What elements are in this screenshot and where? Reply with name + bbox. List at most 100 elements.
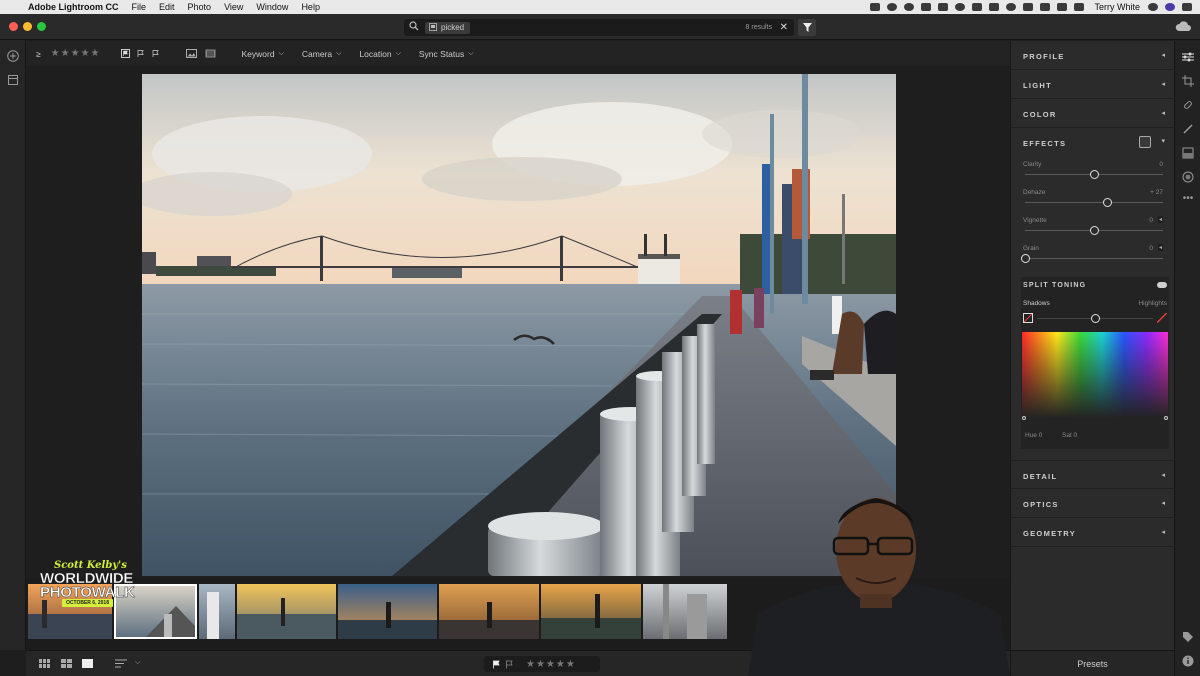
status-siri-icon[interactable] xyxy=(1165,3,1175,11)
status-globe-icon[interactable] xyxy=(955,3,966,11)
crop-icon[interactable] xyxy=(1182,75,1194,87)
status-grid-icon[interactable] xyxy=(938,3,949,11)
color-picker-field[interactable] xyxy=(1022,332,1168,418)
menu-app-name[interactable]: Adobe Lightroom CC xyxy=(28,2,119,12)
menubar-user-name[interactable]: Terry White xyxy=(1094,2,1140,12)
grain-expand-icon[interactable]: ◂ xyxy=(1157,244,1163,251)
light-section[interactable]: LIGHT ◂ xyxy=(1011,70,1175,99)
close-button[interactable] xyxy=(9,22,18,31)
status-lock-icon[interactable] xyxy=(1023,3,1034,11)
thumbnail[interactable] xyxy=(643,584,727,639)
search-filter-chip[interactable]: picked xyxy=(425,21,471,34)
filter-button[interactable] xyxy=(798,19,816,36)
keyword-dropdown[interactable]: Keyword ⌵ xyxy=(242,49,284,59)
vignette-expand-icon[interactable]: ◂ xyxy=(1157,216,1163,223)
photo-type-icon[interactable] xyxy=(185,49,197,58)
picked-flag-icon[interactable] xyxy=(120,49,130,58)
optics-section[interactable]: OPTICS ◂ xyxy=(1011,489,1175,518)
picker-right-marker[interactable] xyxy=(1164,416,1168,420)
status-clock-icon[interactable] xyxy=(1006,3,1017,11)
thumbnail[interactable] xyxy=(199,584,235,639)
rejected-flag-icon[interactable] xyxy=(151,49,160,58)
star-rating[interactable]: ★★★★★ xyxy=(526,659,576,670)
detail-view-icon[interactable] xyxy=(82,659,93,670)
chevron-down-icon: ⌵ xyxy=(336,49,342,57)
healing-brush-icon[interactable] xyxy=(1182,99,1194,111)
sort-toggle[interactable]: ≥ xyxy=(36,49,41,59)
square-grid-icon[interactable] xyxy=(39,659,50,670)
search-input[interactable]: picked 8 results ✕ xyxy=(404,19,794,36)
add-photos-icon[interactable] xyxy=(7,50,19,62)
thumbnail[interactable] xyxy=(338,584,437,639)
video-type-icon[interactable] xyxy=(205,49,216,58)
balance-thumb[interactable] xyxy=(1090,314,1100,323)
edit-tools-strip: ••• xyxy=(1174,41,1200,676)
status-dropbox-icon[interactable] xyxy=(972,3,983,11)
rating-filter[interactable]: ★★★★★ xyxy=(51,48,101,59)
camera-dropdown[interactable]: Camera ⌵ xyxy=(302,49,342,59)
effects-section[interactable]: EFFECTS ▾ xyxy=(1011,128,1175,157)
status-display-icon[interactable] xyxy=(989,3,1000,11)
slider-thumb[interactable] xyxy=(1089,170,1099,179)
clarity-slider[interactable]: Clarity 0 xyxy=(1023,161,1163,183)
profile-section[interactable]: PROFILE ◂ xyxy=(1011,41,1175,70)
thumbnail[interactable] xyxy=(237,584,336,639)
slider-thumb[interactable] xyxy=(1103,198,1113,207)
vignette-slider[interactable]: Vignette 0 ◂ xyxy=(1023,216,1163,239)
status-battery-icon[interactable] xyxy=(1074,3,1085,11)
color-section[interactable]: COLOR ◂ xyxy=(1011,99,1175,128)
location-dropdown[interactable]: Location ⌵ xyxy=(359,49,400,59)
info-icon[interactable] xyxy=(1182,655,1194,667)
slider-thumb[interactable] xyxy=(1020,254,1030,263)
slider-thumb[interactable] xyxy=(1089,226,1099,235)
chevron-down-icon[interactable]: ⌵ xyxy=(135,659,140,667)
status-notification-icon[interactable] xyxy=(1182,3,1192,11)
radial-gradient-icon[interactable] xyxy=(1182,171,1194,183)
menu-view[interactable]: View xyxy=(224,2,243,12)
status-mail-icon[interactable] xyxy=(921,3,932,11)
chevron-left-icon: ◂ xyxy=(1161,52,1165,59)
thumbnail[interactable] xyxy=(439,584,539,639)
sort-lines-icon[interactable] xyxy=(115,659,127,670)
menu-help[interactable]: Help xyxy=(301,2,320,12)
thumbnail[interactable] xyxy=(541,584,641,639)
menu-edit[interactable]: Edit xyxy=(159,2,175,12)
more-icon[interactable]: ••• xyxy=(1182,193,1194,205)
reject-flag-icon[interactable] xyxy=(505,660,514,669)
status-camera-icon[interactable] xyxy=(870,3,881,11)
slider-track[interactable] xyxy=(1025,202,1163,203)
presets-label: Presets xyxy=(1077,658,1108,669)
tag-icon[interactable] xyxy=(1182,631,1194,643)
picker-left-marker[interactable] xyxy=(1022,416,1026,420)
geometry-section[interactable]: GEOMETRY ◂ xyxy=(1011,518,1175,547)
dehaze-slider[interactable]: Dehaze + 27 xyxy=(1023,189,1163,211)
edit-sliders-icon[interactable] xyxy=(1182,51,1194,63)
library-icon[interactable] xyxy=(7,74,19,86)
presets-button[interactable]: Presets xyxy=(1010,650,1174,676)
slider-track[interactable] xyxy=(1025,258,1163,259)
status-volume-icon[interactable] xyxy=(1057,3,1068,11)
photo-grid-icon[interactable] xyxy=(61,659,72,670)
sync-status-dropdown[interactable]: Sync Status ⌵ xyxy=(419,49,474,59)
minimize-button[interactable] xyxy=(23,22,32,31)
brush-icon[interactable] xyxy=(1182,123,1194,135)
split-toning-toggle[interactable] xyxy=(1157,282,1167,288)
status-circle-icon[interactable] xyxy=(904,3,915,11)
cloud-sync-icon[interactable] xyxy=(1175,20,1191,32)
menu-photo[interactable]: Photo xyxy=(188,2,212,12)
menu-window[interactable]: Window xyxy=(256,2,288,12)
highlights-swatch[interactable] xyxy=(1157,313,1167,323)
linear-gradient-icon[interactable] xyxy=(1182,147,1194,159)
shadows-swatch[interactable] xyxy=(1023,313,1033,323)
clear-search-button[interactable]: ✕ xyxy=(780,22,788,33)
detail-section[interactable]: DETAIL ◂ xyxy=(1011,460,1175,489)
status-wifi-icon[interactable] xyxy=(1040,3,1051,11)
menu-file[interactable]: File xyxy=(132,2,147,12)
effects-preset-icon[interactable] xyxy=(1139,136,1151,148)
unflagged-icon[interactable] xyxy=(136,49,145,58)
status-search-icon[interactable] xyxy=(1148,3,1158,11)
maximize-button[interactable] xyxy=(37,22,46,31)
grain-slider[interactable]: Grain 0 ◂ xyxy=(1020,244,1163,267)
status-record-icon[interactable] xyxy=(887,3,898,11)
picked-flag-icon[interactable] xyxy=(492,660,501,669)
